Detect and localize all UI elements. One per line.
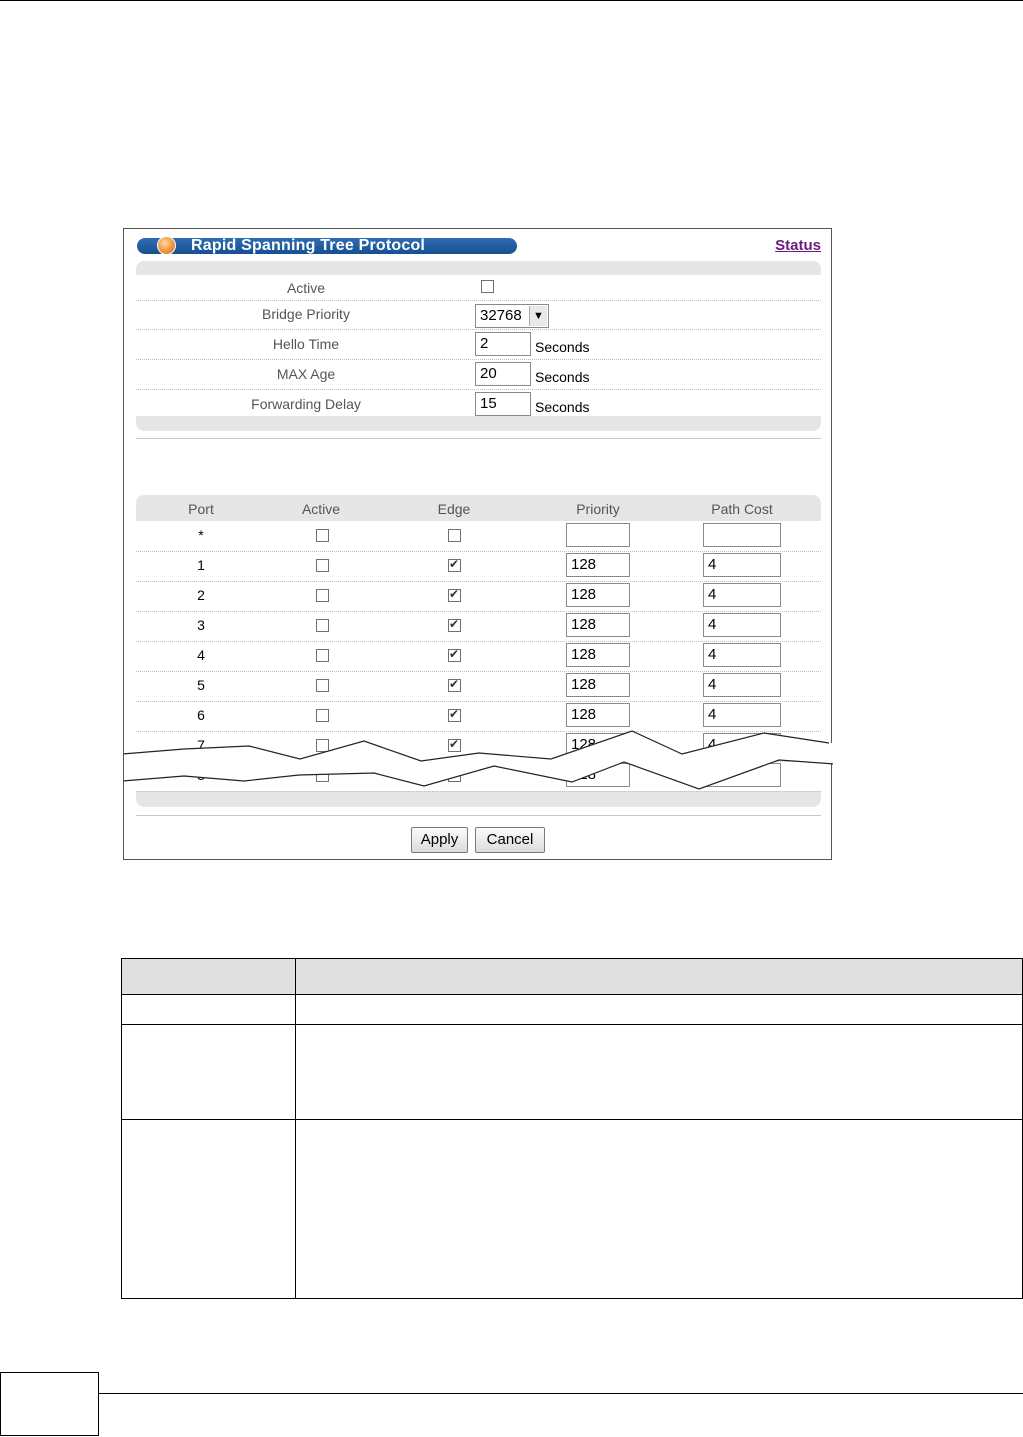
- apply-button[interactable]: Apply: [411, 827, 468, 853]
- description-column-divider: [295, 959, 296, 1298]
- buttons-divider: [136, 815, 821, 816]
- description-table-header: [122, 959, 1022, 995]
- description-table: [121, 958, 1023, 1299]
- rstp-screenshot: Rapid Spanning Tree Protocol Status Acti…: [123, 228, 833, 860]
- footer-rule: [99, 1393, 1023, 1394]
- page-number-box: [0, 1372, 99, 1436]
- page-top-rule: [0, 0, 1023, 1]
- description-row-divider: [122, 1024, 1022, 1025]
- table-break-overlay: [124, 730, 833, 790]
- cancel-button[interactable]: Cancel: [475, 827, 545, 853]
- description-row-divider: [122, 1119, 1022, 1120]
